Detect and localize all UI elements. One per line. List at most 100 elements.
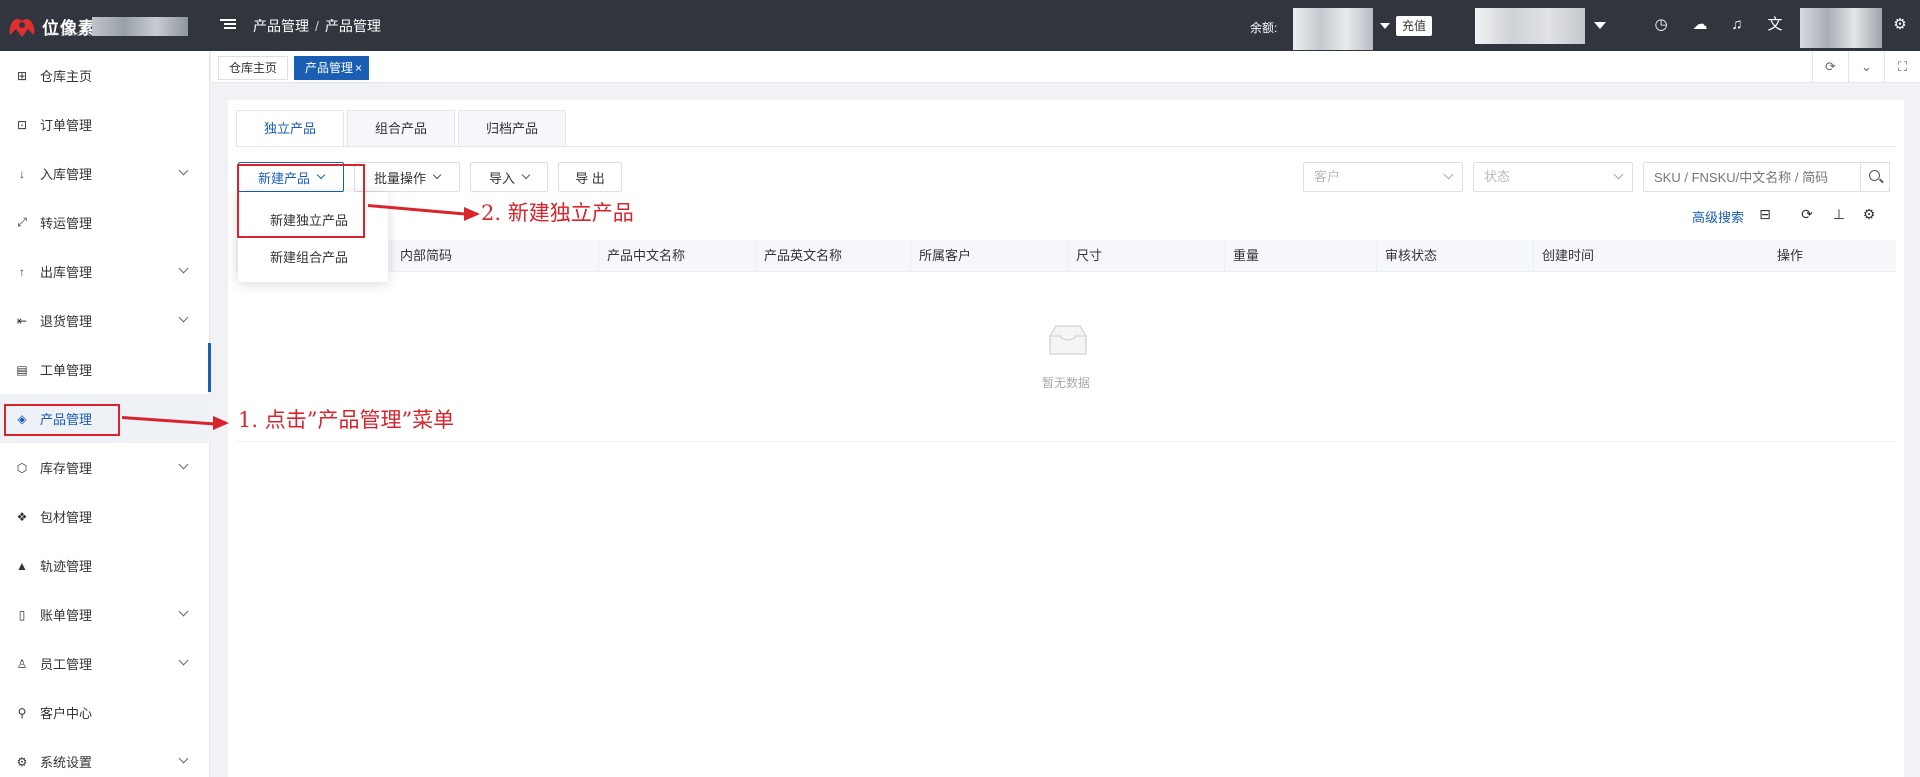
sidebar-item[interactable]: ▲ 轨迹管理: [0, 541, 210, 590]
table-column-header: 重量: [1224, 240, 1259, 272]
account-dropdown-icon[interactable]: [1594, 22, 1606, 29]
settings-gear-icon[interactable]: ⚙: [1891, 16, 1909, 34]
table-column-header: 所属客户: [910, 240, 971, 272]
sidebar-item-label: 账单管理: [40, 608, 93, 623]
table-column-header: 尺寸: [1067, 240, 1102, 272]
table-column-header: 产品英文名称: [755, 240, 842, 272]
grid-icon: ⊞: [16, 68, 28, 83]
logo-icon: [6, 11, 38, 41]
balance-dropdown-icon[interactable]: [1380, 23, 1390, 29]
menu-toggle-icon[interactable]: [220, 17, 236, 33]
annotation-step-1: 1. 点击”产品管理”菜单: [238, 408, 455, 432]
sidebar-item-label: 员工管理: [40, 657, 93, 672]
chevron-down-icon: [178, 655, 189, 666]
sidebar-item[interactable]: ⊡ 订单管理: [0, 100, 210, 149]
tabs-divider: [236, 146, 1896, 147]
import-button[interactable]: 导入: [470, 162, 548, 192]
close-icon[interactable]: ×: [355, 61, 362, 75]
balance-label: 余额:: [1250, 21, 1278, 35]
annotation-step-2: 2. 新建独立产品: [481, 201, 634, 225]
recharge-button[interactable]: 充值: [1396, 16, 1433, 36]
chevron-down-icon[interactable]: ⌄: [1848, 51, 1884, 83]
logo-subtext: WEI XIANG SU: [46, 32, 93, 38]
sidebar-item[interactable]: ⤢ 转运管理: [0, 198, 210, 247]
sidebar-item-label: 入库管理: [40, 167, 93, 182]
cloud-upload-icon[interactable]: ☁: [1691, 16, 1709, 34]
chevron-down-icon: [178, 753, 189, 764]
sidebar-item[interactable]: ▤ 工单管理: [0, 345, 210, 394]
batch-ops-button[interactable]: 批量操作: [354, 162, 460, 192]
top-bar: 位像素 WEI XIANG SU 产品管理 / 产品管理 余额: 充值 ◷ ☁ ♫ …: [0, 0, 1920, 51]
search-icon-handle: [1879, 178, 1884, 184]
search-input[interactable]: [1643, 162, 1861, 192]
table-header: 内部简码 产品中文名称 产品英文名称 所属客户 尺寸 重量 审核状态 创建时间 操作: [236, 240, 1896, 272]
chevron-down-icon: [432, 170, 442, 180]
breadcrumb-item: 产品管理: [324, 18, 381, 34]
sidebar-active-indicator: [208, 343, 211, 392]
sidebar-item[interactable]: ⬡ 库存管理: [0, 443, 210, 492]
tab-archived-product[interactable]: 归档产品: [458, 110, 566, 146]
page-tab-product[interactable]: 产品管理 ×: [294, 56, 370, 80]
rocket-icon: ▲: [16, 558, 28, 573]
bell-icon[interactable]: ♫: [1728, 16, 1746, 34]
page-tab-label: 产品管理: [305, 61, 354, 75]
sidebar-item-label: 系统设置: [40, 755, 93, 770]
sidebar-item-label: 出库管理: [40, 265, 93, 280]
chevron-down-icon: [1443, 169, 1454, 180]
refresh-icon[interactable]: ⟳: [1798, 205, 1816, 223]
customer-placeholder: 客户: [1314, 169, 1341, 184]
search-button[interactable]: [1860, 162, 1890, 192]
arrow-up-icon: ↑: [19, 264, 25, 279]
sidebar-item-label: 仓库主页: [40, 69, 93, 84]
table-column-header: 操作: [1777, 248, 1804, 263]
sidebar-item[interactable]: ⇤ 退货管理: [0, 296, 210, 345]
table-body: 暂无数据: [236, 272, 1896, 442]
sidebar-item[interactable]: ❖ 包材管理: [0, 492, 210, 541]
sidebar-item[interactable]: ⚙ 系统设置: [0, 737, 210, 777]
advanced-search-link[interactable]: 高级搜索: [1692, 207, 1744, 226]
chevron-down-icon: [1613, 169, 1624, 180]
page-tab-home[interactable]: 仓库主页: [218, 56, 289, 80]
column-height-icon[interactable]: ⊥: [1830, 205, 1848, 223]
new-combo-product-item[interactable]: 新建组合产品: [238, 240, 388, 276]
annotation-box-spacer: [275, 163, 364, 239]
settings-icon[interactable]: ⚙: [1860, 205, 1878, 223]
sidebar-item[interactable]: ⊞ 仓库主页: [0, 51, 210, 100]
advanced-search-icon[interactable]: ⊟: [1756, 205, 1774, 223]
breadcrumb-separator: /: [315, 18, 319, 34]
ticket-icon: ▤: [16, 362, 28, 377]
export-button[interactable]: 导 出: [558, 162, 622, 192]
sidebar-item-label: 转运管理: [40, 216, 93, 231]
sidebar-item[interactable]: ▯ 账单管理: [0, 590, 210, 639]
tab-independent-product[interactable]: 独立产品: [236, 110, 344, 146]
sidebar-item-label: 包材管理: [40, 510, 93, 525]
table-column-header: 创建时间: [1533, 240, 1594, 272]
breadcrumb-item: 产品管理: [253, 18, 309, 34]
bill-icon: ▯: [18, 607, 26, 622]
blurred-name: [92, 17, 188, 36]
return-icon: ⇤: [16, 313, 28, 328]
status-select[interactable]: 状态: [1473, 162, 1633, 192]
sidebar-item[interactable]: ↓ 入库管理: [0, 149, 210, 198]
customer-select[interactable]: 客户: [1303, 162, 1463, 192]
sidebar-item[interactable]: ♙ 员工管理: [0, 639, 210, 688]
status-placeholder: 状态: [1484, 169, 1511, 184]
annotation-arrowhead-1: [213, 416, 229, 430]
table-column-header: 产品中文名称: [598, 240, 685, 272]
translate-icon[interactable]: 文: [1766, 16, 1784, 34]
tab-combo-product[interactable]: 组合产品: [347, 110, 455, 146]
empty-text: 暂无数据: [1042, 376, 1091, 390]
page-tab-label: 仓库主页: [229, 61, 278, 75]
avatar[interactable]: [1800, 8, 1882, 48]
refresh-icon[interactable]: ⟳: [1812, 51, 1848, 83]
sidebar-item-label: 轨迹管理: [40, 559, 93, 574]
sidebar-item[interactable]: ⚲ 客户中心: [0, 688, 210, 737]
batch-ops-label: 批量操作: [373, 170, 426, 186]
import-label: 导入: [488, 170, 515, 186]
history-icon[interactable]: ◷: [1652, 16, 1670, 34]
sidebar-item[interactable]: ↑ 出库管理: [0, 247, 210, 296]
table-column-header: 审核状态: [1376, 240, 1437, 272]
cube-icon: ⬡: [16, 460, 28, 475]
fullscreen-icon[interactable]: ⛶: [1884, 51, 1920, 83]
order-icon: ⊡: [16, 117, 28, 132]
